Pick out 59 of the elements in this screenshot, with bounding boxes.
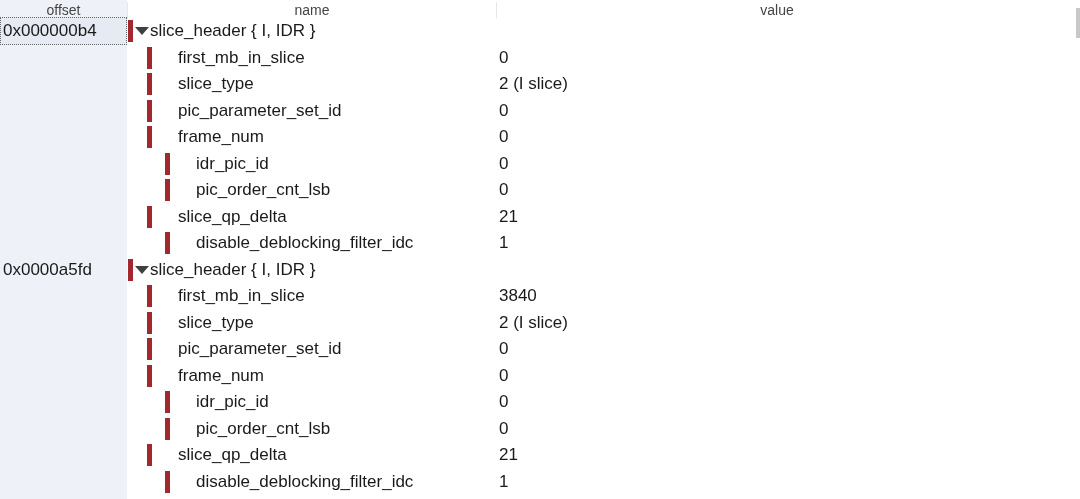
offset-cell[interactable]: 0x0000a5fd [0, 255, 95, 284]
column-header[interactable]: name [128, 2, 497, 18]
field-name: frame_num [178, 365, 264, 386]
field-name: slice_qp_delta [178, 445, 287, 466]
scrollbar-thumb[interactable] [1076, 8, 1080, 38]
field-value: 0 [499, 47, 509, 68]
tree-marker [147, 73, 152, 96]
tree-marker [147, 338, 152, 361]
field-value: 2 (I slice) [499, 312, 568, 333]
field-value: 0 [499, 339, 509, 360]
caret-icon[interactable] [135, 26, 149, 37]
caret-icon[interactable] [135, 264, 149, 275]
tree-marker [128, 20, 133, 43]
tree-marker [147, 311, 152, 334]
tree-marker [165, 152, 170, 175]
column-header[interactable]: value [497, 2, 1057, 18]
field-name: idr_pic_id [196, 153, 269, 174]
field-name: frame_num [178, 127, 264, 148]
tree-marker [147, 46, 152, 69]
field-name: pic_order_cnt_lsb [196, 418, 331, 439]
field-name: idr_pic_id [196, 392, 269, 413]
field-name: slice_header { I, IDR } [150, 259, 316, 280]
field-value: 0 [499, 418, 509, 439]
field-value: 0 [499, 153, 509, 174]
tree-marker [165, 391, 170, 414]
tree-marker [165, 470, 170, 493]
field-name: pic_parameter_set_id [178, 339, 342, 360]
tree-marker [165, 417, 170, 440]
field-value: 0 [499, 127, 509, 148]
field-value: 3840 [499, 286, 537, 307]
field-value: 2 (I slice) [499, 74, 568, 95]
tree-marker [147, 99, 152, 122]
tree-marker [128, 258, 133, 281]
field-name: first_mb_in_slice [178, 286, 305, 307]
field-value: 1 [499, 471, 509, 492]
field-name: slice_type [178, 74, 254, 95]
field-value: 0 [499, 180, 509, 201]
field-value: 0 [499, 392, 509, 413]
tree-marker [147, 444, 152, 467]
field-value: 21 [499, 206, 518, 227]
tree-marker [165, 179, 170, 202]
offset-cell[interactable]: 0x000000b4 [0, 17, 127, 46]
field-value: 21 [499, 445, 518, 466]
field-value: 1 [499, 233, 509, 254]
field-name: first_mb_in_slice [178, 47, 305, 68]
tree-marker [165, 232, 170, 255]
tree-marker [147, 285, 152, 308]
field-name: pic_order_cnt_lsb [196, 180, 331, 201]
field-name: slice_type [178, 312, 254, 333]
tree-marker [147, 126, 152, 149]
tree-marker [147, 205, 152, 228]
field-name: pic_parameter_set_id [178, 100, 342, 121]
field-name: disable_deblocking_filter_idc [196, 471, 414, 492]
tree-marker [147, 364, 152, 387]
field-name: disable_deblocking_filter_idc [196, 233, 414, 254]
field-name: slice_qp_delta [178, 206, 287, 227]
field-value: 0 [499, 100, 509, 121]
field-value: 0 [499, 365, 509, 386]
field-name: slice_header { I, IDR } [150, 21, 316, 42]
